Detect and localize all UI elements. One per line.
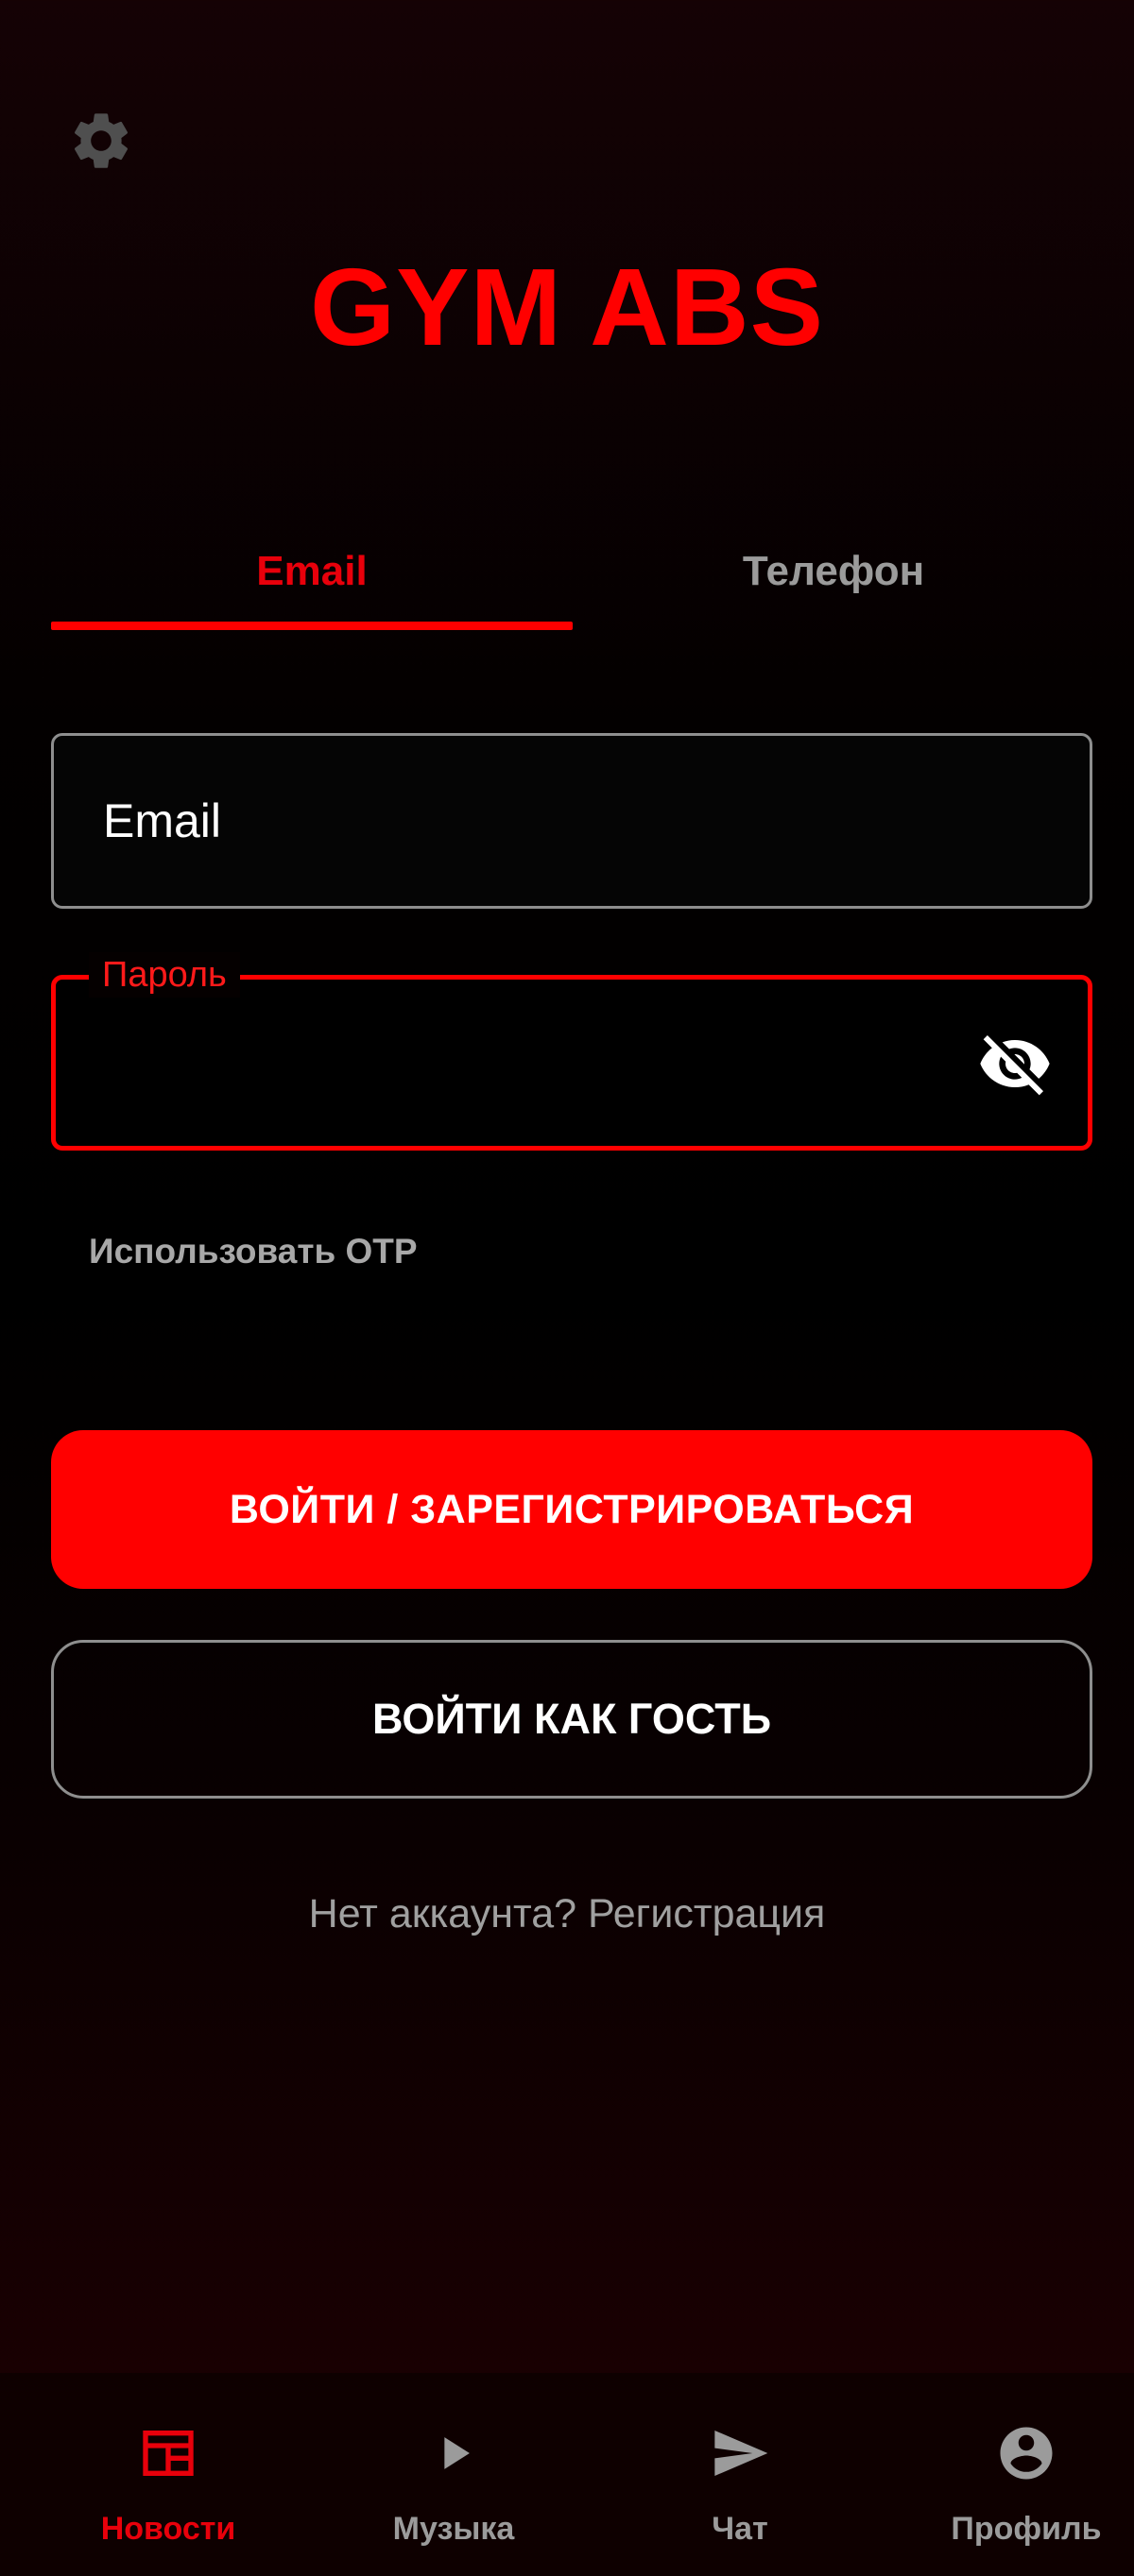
nav-label-profile: Профиль: [951, 2511, 1102, 2547]
send-icon: [714, 2431, 768, 2476]
nav-label-music: Музыка: [392, 2511, 515, 2547]
password-visibility-toggle[interactable]: [975, 1028, 1055, 1100]
play-icon: [444, 2437, 470, 2469]
nav-item-chat[interactable]: Чат: [598, 2373, 882, 2576]
email-field-container: [51, 733, 1092, 909]
email-field[interactable]: [54, 736, 1090, 906]
password-field[interactable]: [56, 980, 963, 1146]
nav-item-music[interactable]: Музыка: [312, 2373, 595, 2576]
nav-label-news: Новости: [100, 2511, 236, 2547]
tab-email[interactable]: Email: [51, 510, 573, 633]
settings-button[interactable]: [60, 100, 142, 181]
tab-indicator: [51, 622, 573, 630]
eye-off-icon: [980, 1035, 1050, 1096]
login-register-button[interactable]: ВОЙТИ / ЗАРЕГИСТРИРОВАТЬСЯ: [51, 1430, 1092, 1589]
password-field-container: [51, 975, 1092, 1151]
account-circle-icon: [1000, 2427, 1053, 2480]
guest-login-button[interactable]: ВОЙТИ КАК ГОСТЬ: [51, 1640, 1092, 1799]
gear-icon: [74, 113, 129, 168]
news-icon: [143, 2431, 194, 2476]
register-link[interactable]: Нет аккаунта? Регистрация: [0, 1885, 1134, 1942]
bottom-nav: Новости Музыка Чат Профиль: [0, 2373, 1134, 2576]
password-label: Пароль: [89, 952, 240, 998]
tab-phone[interactable]: Телефон: [573, 510, 1094, 633]
nav-item-profile[interactable]: Профиль: [885, 2373, 1134, 2576]
nav-label-chat: Чат: [712, 2511, 768, 2547]
nav-item-news[interactable]: Новости: [26, 2373, 310, 2576]
use-otp-link[interactable]: Использовать OTP: [89, 1228, 418, 1275]
app-title: GYM ABS: [309, 246, 825, 368]
